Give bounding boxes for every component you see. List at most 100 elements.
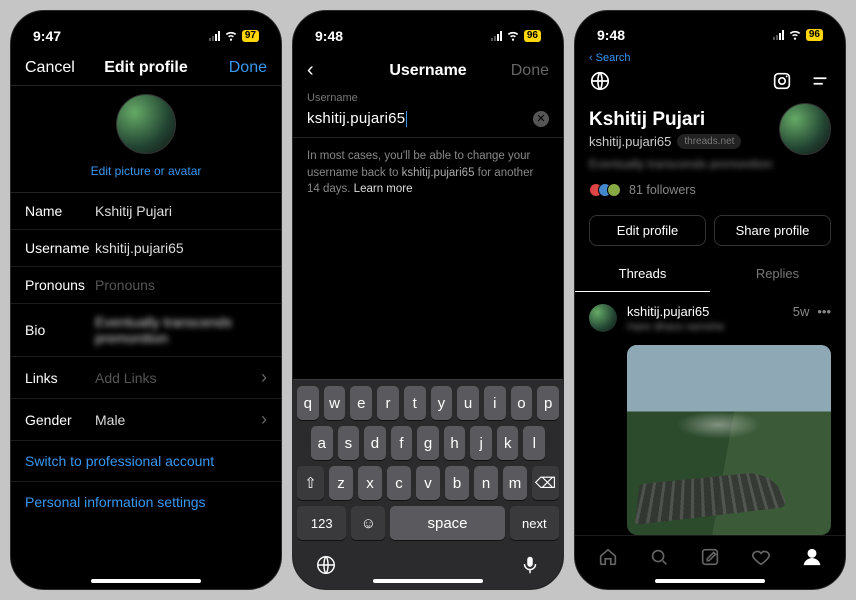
row-gender[interactable]: Gender Male › (11, 399, 281, 441)
tab-threads[interactable]: Threads (575, 256, 710, 292)
key-g[interactable]: g (417, 426, 439, 460)
key-l[interactable]: l (523, 426, 545, 460)
post-author[interactable]: kshitij.pujari65 (627, 304, 709, 319)
page-title: Edit profile (104, 59, 188, 77)
done-button[interactable]: Done (213, 59, 267, 77)
home-indicator[interactable] (373, 579, 483, 583)
key-p[interactable]: p (537, 386, 559, 420)
cellular-icon (209, 31, 220, 41)
row-bio[interactable]: Bio Eventually transcends premonition (11, 304, 281, 357)
nav-activity-icon[interactable] (750, 546, 772, 573)
bio-text: Eventually transcends premonition (589, 157, 831, 171)
num-key[interactable]: 123 (297, 506, 346, 540)
done-button-disabled: Done (495, 62, 549, 80)
share-profile-button[interactable]: Share profile (714, 215, 831, 246)
key-k[interactable]: k (497, 426, 519, 460)
key-o[interactable]: o (511, 386, 533, 420)
label: Name (25, 203, 95, 219)
key-b[interactable]: b (445, 466, 469, 500)
key-z[interactable]: z (329, 466, 353, 500)
menu-icon[interactable] (809, 70, 831, 97)
cellular-icon (773, 30, 784, 40)
chevron-left-icon: ‹ (589, 52, 593, 64)
key-w[interactable]: w (324, 386, 346, 420)
switch-professional-link[interactable]: Switch to professional account (11, 441, 281, 482)
key-e[interactable]: e (350, 386, 372, 420)
cancel-button[interactable]: Cancel (25, 59, 79, 77)
nav-profile-icon[interactable] (801, 546, 823, 573)
back-search[interactable]: ‹ Search (575, 50, 845, 64)
label: Bio (25, 322, 95, 338)
page-title: Username (389, 62, 466, 80)
nav-search-icon[interactable] (648, 546, 670, 573)
edit-profile-button[interactable]: Edit profile (589, 215, 706, 246)
threads-net-pill[interactable]: threads.net (677, 134, 741, 149)
key-u[interactable]: u (457, 386, 479, 420)
key-v[interactable]: v (416, 466, 440, 500)
clear-icon[interactable]: ✕ (533, 111, 549, 127)
backspace-key[interactable]: ⌫ (532, 466, 559, 500)
key-d[interactable]: d (364, 426, 386, 460)
row-links[interactable]: Links Add Links › (11, 357, 281, 399)
back-button[interactable]: ‹ (307, 59, 361, 82)
post-avatar[interactable] (589, 304, 617, 332)
key-r[interactable]: r (377, 386, 399, 420)
mic-icon[interactable] (519, 554, 541, 581)
label: Username (25, 240, 95, 256)
home-indicator[interactable] (655, 579, 765, 583)
battery-badge: 96 (524, 30, 541, 42)
key-f[interactable]: f (391, 426, 413, 460)
key-i[interactable]: i (484, 386, 506, 420)
profile-avatar[interactable] (779, 103, 831, 155)
status-bar: 9:47 97 (11, 11, 281, 51)
next-key[interactable]: next (510, 506, 559, 540)
home-indicator[interactable] (91, 579, 201, 583)
nav-compose-icon[interactable] (699, 546, 721, 573)
row-username[interactable]: Username kshitij.pujari65 (11, 230, 281, 267)
key-n[interactable]: n (474, 466, 498, 500)
kb-row-1: qwertyuiop (297, 386, 559, 420)
key-x[interactable]: x (358, 466, 382, 500)
thread-post[interactable]: kshitij.pujari65 5w ••• Hare dhara namsh… (575, 292, 845, 339)
globe-icon[interactable] (589, 70, 611, 97)
key-m[interactable]: m (503, 466, 527, 500)
instagram-icon[interactable] (771, 70, 793, 97)
nav-bar: Cancel Edit profile Done (11, 51, 281, 85)
wifi-icon (788, 27, 802, 44)
space-key[interactable]: space (390, 506, 504, 540)
username-input[interactable]: kshitij.pujari65 ✕ (293, 104, 563, 138)
clock: 9:48 (315, 28, 343, 44)
key-s[interactable]: s (338, 426, 360, 460)
post-image[interactable] (627, 345, 831, 535)
globe-icon[interactable] (315, 554, 337, 581)
followers[interactable]: 81 followers (589, 183, 831, 197)
profile-avatar[interactable] (116, 94, 176, 154)
row-name[interactable]: Name Kshitij Pujari (11, 193, 281, 230)
helper-text: In most cases, you'll be able to change … (293, 138, 563, 208)
placeholder: Add Links (95, 370, 261, 386)
emoji-key[interactable]: ☺ (351, 506, 385, 540)
personal-info-link[interactable]: Personal information settings (11, 482, 281, 522)
learn-more-link[interactable]: Learn more (354, 183, 413, 195)
key-t[interactable]: t (404, 386, 426, 420)
key-j[interactable]: j (470, 426, 492, 460)
tab-replies[interactable]: Replies (710, 256, 845, 292)
shift-key[interactable]: ⇧ (297, 466, 324, 500)
key-y[interactable]: y (431, 386, 453, 420)
post-age: 5w (793, 304, 810, 319)
input-value: kshitij.pujari65 (307, 110, 533, 127)
key-c[interactable]: c (387, 466, 411, 500)
more-icon[interactable]: ••• (817, 304, 831, 319)
screen-username-edit: 9:48 96 ‹ Username Done Username kshitij… (292, 10, 564, 590)
key-q[interactable]: q (297, 386, 319, 420)
edit-picture-link[interactable]: Edit picture or avatar (91, 164, 202, 178)
label: Gender (25, 412, 95, 428)
row-pronouns[interactable]: Pronouns Pronouns (11, 267, 281, 304)
value: kshitij.pujari65 (95, 240, 267, 256)
screen-threads-profile: 9:48 96 ‹ Search Kshitij Pujari kshitij.… (574, 10, 846, 590)
nav-home-icon[interactable] (597, 546, 619, 573)
nav-bar: ‹ Username Done (293, 51, 563, 90)
label: Links (25, 370, 95, 386)
key-a[interactable]: a (311, 426, 333, 460)
key-h[interactable]: h (444, 426, 466, 460)
